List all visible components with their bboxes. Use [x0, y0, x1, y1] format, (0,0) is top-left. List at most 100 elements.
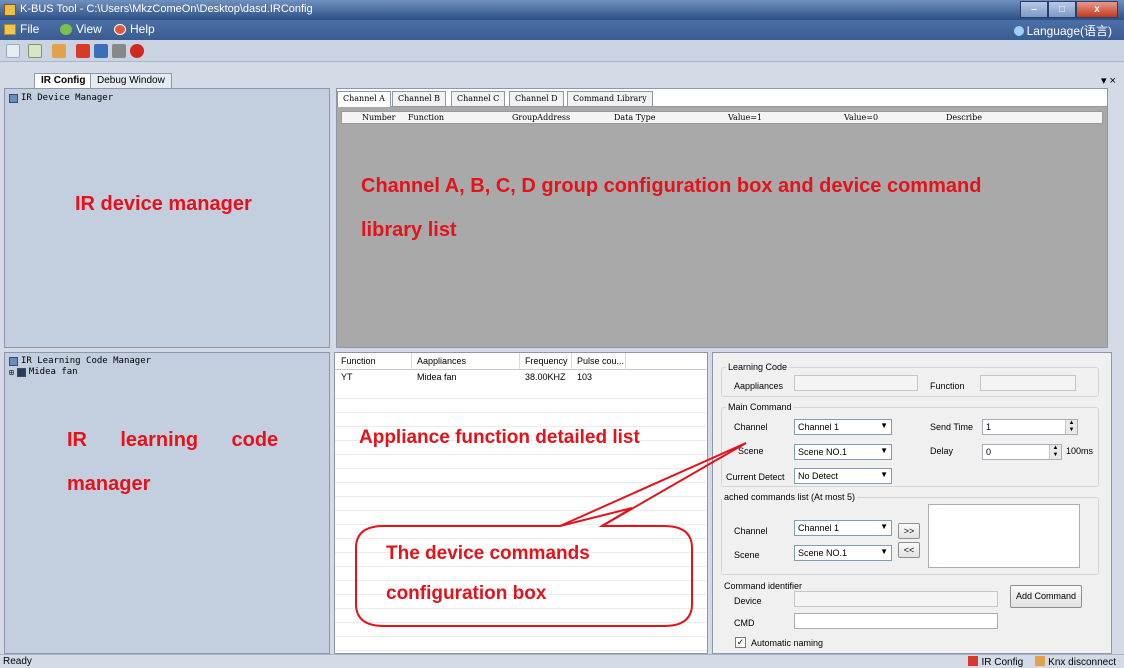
- scene-select[interactable]: Scene NO.1 ▼: [794, 444, 892, 460]
- current-detect-label: Current Detect: [726, 472, 785, 482]
- send-time-value: 1: [986, 422, 992, 432]
- current-detect-value: No Detect: [798, 471, 839, 481]
- cell-pulse-count: 103: [577, 372, 593, 382]
- attached-channel-label: Channel: [734, 526, 768, 536]
- col-function[interactable]: Function: [408, 113, 444, 122]
- automatic-naming-checkbox[interactable]: ✓: [735, 637, 746, 648]
- col-frequency[interactable]: Frequency: [525, 356, 568, 366]
- command-identifier-group: Command identifier Device CMD Add Comman…: [721, 581, 1099, 637]
- status-ir-config: IR Config: [968, 656, 1023, 668]
- spin-arrows-icon[interactable]: ▲ ▼: [1049, 445, 1061, 459]
- appliances-label: Aappliances: [734, 381, 784, 391]
- close-button[interactable]: x: [1076, 1, 1118, 18]
- new-icon[interactable]: [6, 44, 20, 58]
- plug-icon: [1035, 656, 1046, 666]
- attached-commands-group: ached commands list (At most 5) Channel …: [721, 492, 1099, 575]
- col-number[interactable]: Number: [362, 113, 395, 122]
- appliances-field[interactable]: [794, 375, 918, 391]
- attached-channel-select[interactable]: Channel 1 ▼: [794, 520, 892, 536]
- col-data-type[interactable]: Data Type: [614, 113, 655, 122]
- channel-tab-strip: Channel A Channel B Channel C Channel D …: [337, 89, 1107, 107]
- function-list-header: Function Aappliances Frequency Pulse cou…: [335, 353, 707, 370]
- record-icon: [968, 656, 979, 666]
- learning-manager-root[interactable]: IR Learning Code Manager: [9, 356, 151, 366]
- language-menu[interactable]: Language(语言): [1013, 22, 1112, 39]
- tree-item-label: Midea fan: [28, 367, 78, 377]
- maximize-button[interactable]: □: [1048, 1, 1076, 18]
- tab-channel-a[interactable]: Channel A: [337, 91, 391, 107]
- command-config-panel: Learning Code Aappliances Function Main …: [712, 352, 1112, 654]
- learning-manager-title: IR Learning Code Manager: [21, 356, 152, 366]
- col-describe[interactable]: Describe: [946, 113, 982, 122]
- open-icon[interactable]: [28, 44, 42, 58]
- function-field[interactable]: [980, 375, 1076, 391]
- device-field[interactable]: [794, 591, 998, 607]
- tab-command-library[interactable]: Command Library: [567, 91, 653, 106]
- record-icon[interactable]: [76, 44, 90, 58]
- menu-help-label: Help: [130, 22, 155, 36]
- col-appliances[interactable]: Aappliances: [417, 356, 466, 366]
- chevron-down-icon: ▼: [880, 470, 888, 479]
- learning-code-title: Learning Code: [726, 362, 790, 372]
- chevron-down-icon: ▼: [880, 522, 888, 531]
- tab-channel-c[interactable]: Channel C: [451, 91, 506, 106]
- menu-bar: File View Help Language(语言): [0, 20, 1124, 40]
- tab-channel-d[interactable]: Channel D: [509, 91, 564, 106]
- menu-file-label: File: [20, 22, 40, 36]
- folder-icon: [4, 23, 16, 35]
- menu-view[interactable]: View: [60, 22, 102, 36]
- view-icon: [60, 23, 72, 35]
- remove-attached-button[interactable]: <<: [898, 542, 920, 558]
- send-time-stepper[interactable]: 1 ▲ ▼: [982, 419, 1078, 435]
- col-value-0[interactable]: Value=0: [844, 113, 878, 122]
- chevron-down-icon: ▼: [880, 547, 888, 556]
- delay-value: 0: [986, 447, 992, 457]
- save-icon[interactable]: [94, 44, 108, 58]
- menu-help[interactable]: Help: [114, 22, 155, 36]
- connect-icon[interactable]: [52, 44, 66, 58]
- cmd-field[interactable]: [794, 613, 998, 629]
- attached-commands-list[interactable]: [928, 504, 1080, 568]
- status-knx-label: Knx disconnect: [1048, 657, 1116, 668]
- channel-grid-panel: Channel A Channel B Channel C Channel D …: [336, 88, 1108, 348]
- attached-scene-label: Scene: [734, 550, 760, 560]
- delay-stepper[interactable]: 0 ▲ ▼: [982, 444, 1062, 460]
- channel-label: Channel: [734, 422, 768, 432]
- tab-channel-b[interactable]: Channel B: [392, 91, 447, 106]
- delay-unit: 100ms: [1066, 446, 1094, 456]
- col-group-address[interactable]: GroupAddress: [512, 113, 570, 122]
- spin-arrows-icon[interactable]: ▲ ▼: [1065, 420, 1077, 434]
- menu-file[interactable]: File: [4, 22, 39, 36]
- stop-icon[interactable]: [130, 44, 144, 58]
- device-manager-root[interactable]: IR Device Manager: [9, 93, 113, 103]
- current-detect-select[interactable]: No Detect ▼: [794, 468, 892, 484]
- scene-value: Scene NO.1: [798, 447, 848, 457]
- attached-channel-value: Channel 1: [798, 523, 840, 533]
- channel-value: Channel 1: [798, 422, 840, 432]
- dock-controls[interactable]: ▾ ×: [1101, 74, 1116, 87]
- add-command-button[interactable]: Add Command: [1010, 585, 1082, 608]
- tab-debug-window[interactable]: Debug Window: [90, 73, 172, 88]
- attached-scene-value: Scene NO.1: [798, 548, 848, 558]
- callout-line2: configuration box: [386, 583, 547, 604]
- chevron-down-icon: ▼: [880, 421, 888, 430]
- attached-scene-select[interactable]: Scene NO.1 ▼: [794, 545, 892, 561]
- globe-icon: [1013, 25, 1024, 36]
- list-item[interactable]: YT Midea fan 38.00KHZ 103: [335, 371, 707, 385]
- print-icon[interactable]: [112, 44, 126, 58]
- channel-select[interactable]: Channel 1 ▼: [794, 419, 892, 435]
- channel-grid-header: Number Function GroupAddress Data Type V…: [341, 111, 1103, 124]
- status-ready: Ready: [3, 656, 32, 667]
- function-label: Function: [930, 381, 965, 391]
- tab-ir-config[interactable]: IR Config: [34, 73, 93, 88]
- col-value-1[interactable]: Value=1: [728, 113, 762, 122]
- tree-item-midea-fan[interactable]: ⊞ Midea fan: [9, 367, 78, 377]
- channel-grid-annotation-line1: Channel A, B, C, D group configuration b…: [361, 175, 982, 197]
- minimize-button[interactable]: –: [1020, 1, 1048, 18]
- ir-device-manager-panel: IR Device Manager IR device manager: [4, 88, 330, 348]
- col-pulse-count[interactable]: Pulse cou...: [577, 356, 624, 366]
- col-function[interactable]: Function: [341, 356, 376, 366]
- cell-function: YT: [341, 372, 353, 382]
- add-attached-button[interactable]: >>: [898, 523, 920, 539]
- learning-code-group: Learning Code Aappliances Function: [721, 362, 1099, 397]
